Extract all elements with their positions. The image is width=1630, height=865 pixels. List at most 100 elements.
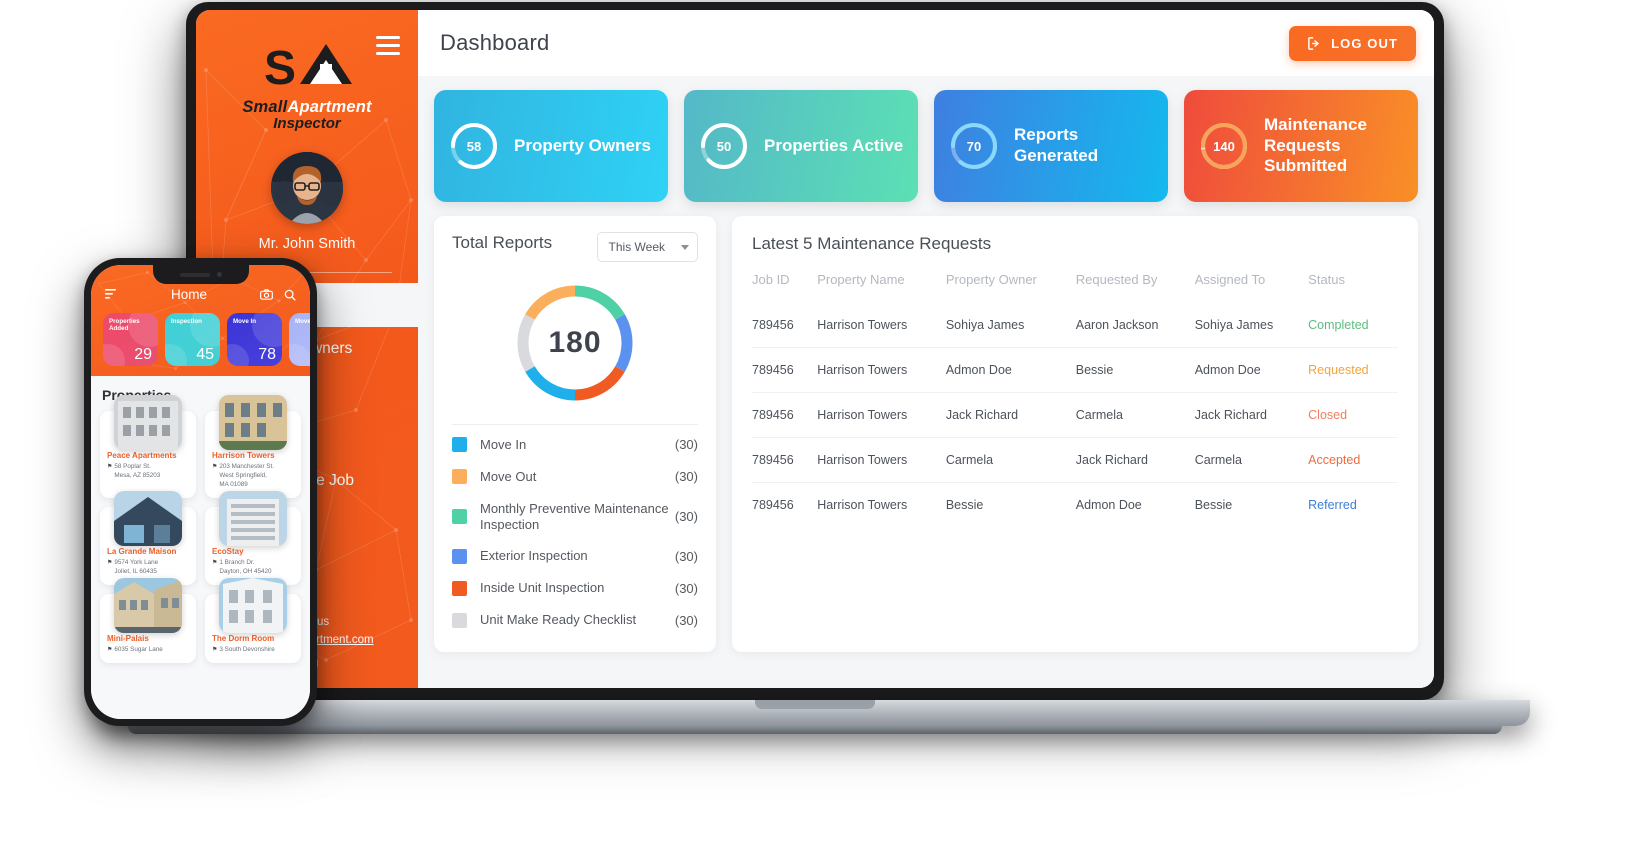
status-badge: Accepted bbox=[1308, 438, 1398, 483]
legend-swatch bbox=[452, 469, 467, 484]
card-blob bbox=[165, 344, 187, 366]
table-head: Job ID Property Name Property Owner Requ… bbox=[752, 272, 1398, 303]
week-filter-select[interactable]: This Week bbox=[597, 232, 698, 262]
cell-property-name: Harrison Towers bbox=[817, 483, 946, 528]
property-name: The Dorm Room bbox=[212, 634, 294, 643]
property-address: ⚑9574 York Lane Joliet, IL 60435 bbox=[107, 559, 189, 577]
cell-assigned-to: Admon Doe bbox=[1195, 348, 1308, 393]
stat-label: Properties Active bbox=[764, 136, 903, 157]
stat-card-properties-active[interactable]: 50 Properties Active bbox=[684, 90, 918, 202]
phone-stat-value: 45 bbox=[196, 346, 214, 364]
location-pin-icon: ⚑ bbox=[212, 463, 217, 490]
phone-property-card[interactable]: EcoStay⚑1 Branch Dr. Dayton, OH 45420 bbox=[205, 507, 301, 585]
cell-property-owner: Jack Richard bbox=[946, 393, 1076, 438]
stat-card-property-owners[interactable]: 58 Property Owners bbox=[434, 90, 668, 202]
laptop-foot bbox=[128, 726, 1502, 734]
stat-card-row: 58 Property Owners 50 Properties Active bbox=[434, 90, 1418, 202]
logo-word-small: Small bbox=[242, 98, 287, 116]
progress-ring: 140 bbox=[1198, 120, 1250, 172]
cell-property-owner: Admon Doe bbox=[946, 348, 1076, 393]
property-name: Harrison Towers bbox=[212, 451, 294, 460]
phone-stat-card[interactable]: Inspection 45 bbox=[165, 313, 220, 366]
legend-swatch bbox=[452, 509, 467, 524]
avatar-photo bbox=[271, 152, 343, 224]
property-thumbnail bbox=[219, 491, 287, 546]
cell-assigned-to: Bessie bbox=[1195, 483, 1308, 528]
logo-text-line2: Inspector bbox=[196, 115, 418, 132]
property-thumbnail bbox=[219, 395, 287, 450]
legend-count: (30) bbox=[675, 581, 698, 596]
stat-card-maintenance-requests[interactable]: 140 Maintenance Requests Submitted bbox=[1184, 90, 1418, 202]
table-row[interactable]: 789456Harrison TowersBessieAdmon DoeBess… bbox=[752, 483, 1398, 528]
cell-property-name: Harrison Towers bbox=[817, 348, 946, 393]
chart-legend: Move In(30)Move Out(30)Monthly Preventiv… bbox=[452, 429, 698, 636]
phone-stat-title: Properties Added bbox=[109, 318, 152, 333]
property-address-text: 9574 York Lane Joliet, IL 60435 bbox=[114, 559, 158, 577]
list-icon[interactable] bbox=[105, 289, 118, 300]
stat-value: 58 bbox=[448, 120, 500, 172]
phone-property-card[interactable]: The Dorm Room⚑3 South Devonshire bbox=[205, 594, 301, 663]
property-name: EcoStay bbox=[212, 547, 294, 556]
camera-icon[interactable] bbox=[260, 289, 273, 300]
maintenance-requests-panel: Latest 5 Maintenance Requests Job ID Pro… bbox=[732, 216, 1418, 652]
stat-card-reports-generated[interactable]: 70 Reports Generated bbox=[934, 90, 1168, 202]
legend-count: (30) bbox=[675, 437, 698, 452]
legend-swatch bbox=[452, 613, 467, 628]
phone-actions bbox=[260, 289, 296, 301]
laptop-screen: S SmallApartment Inspector bbox=[196, 10, 1434, 688]
legend-item[interactable]: Monthly Preventive Maintenance Inspectio… bbox=[452, 493, 698, 541]
phone-stat-card[interactable]: Move In78 bbox=[227, 313, 282, 366]
legend-item[interactable]: Move Out(30) bbox=[452, 461, 698, 493]
table-body: 789456Harrison TowersSohiya JamesAaron J… bbox=[752, 303, 1398, 527]
property-thumbnail bbox=[114, 395, 182, 450]
status-badge: Closed bbox=[1308, 393, 1398, 438]
phone-property-card[interactable]: La Grande Maison⚑9574 York Lane Joliet, … bbox=[100, 507, 196, 585]
cell-property-owner: Carmela bbox=[946, 438, 1076, 483]
table-header-row: Job ID Property Name Property Owner Requ… bbox=[752, 272, 1398, 303]
table-row[interactable]: 789456Harrison TowersJack RichardCarmela… bbox=[752, 393, 1398, 438]
total-reports-donut: 180 bbox=[510, 278, 640, 408]
table-row[interactable]: 789456Harrison TowersSohiya JamesAaron J… bbox=[752, 303, 1398, 348]
total-reports-header: Total Reports This Week bbox=[452, 232, 698, 262]
legend-item[interactable]: Exterior Inspection(30) bbox=[452, 540, 698, 572]
phone-property-card[interactable]: Mini-Palais⚑6035 Sugar Lane bbox=[100, 594, 196, 663]
svg-text:S: S bbox=[264, 42, 296, 92]
cell-requested-by: Jack Richard bbox=[1076, 438, 1195, 483]
hamburger-icon[interactable] bbox=[376, 36, 400, 60]
screenshot-root: S SmallApartment Inspector bbox=[0, 0, 1630, 865]
table-row[interactable]: 789456Harrison TowersAdmon DoeBessieAdmo… bbox=[752, 348, 1398, 393]
legend-item[interactable]: Move In(30) bbox=[452, 429, 698, 461]
property-address: ⚑203 Manchester St. West Springfield, MA… bbox=[212, 463, 294, 490]
phone-stat-title: Inspection bbox=[171, 318, 214, 325]
legend-item[interactable]: Unit Make Ready Checklist(30) bbox=[452, 604, 698, 636]
phone-property-card[interactable]: Harrison Towers ⚑203 Manchester St. West … bbox=[205, 411, 301, 498]
cell-job-id: 789456 bbox=[752, 393, 817, 438]
cell-job-id: 789456 bbox=[752, 348, 817, 393]
phone-stat-card[interactable]: Move Out bbox=[289, 313, 310, 366]
card-blob bbox=[289, 344, 310, 366]
cell-property-name: Harrison Towers bbox=[817, 393, 946, 438]
logo-word-apartment: Apartment bbox=[287, 98, 371, 116]
progress-ring: 50 bbox=[698, 120, 750, 172]
stat-value: 50 bbox=[698, 120, 750, 172]
phone-stat-card[interactable]: Properties Added29 bbox=[103, 313, 158, 366]
legend-item[interactable]: Inside Unit Inspection(30) bbox=[452, 572, 698, 604]
legend-label: Move Out bbox=[480, 469, 675, 485]
total-reports-title: Total Reports bbox=[452, 232, 552, 253]
table-row[interactable]: 789456Harrison TowersCarmelaJack Richard… bbox=[752, 438, 1398, 483]
status-badge: Requested bbox=[1308, 348, 1398, 393]
property-name: Peace Apartments bbox=[107, 451, 189, 460]
phone-speaker bbox=[180, 273, 210, 277]
card-blob bbox=[103, 344, 125, 366]
legend-label: Inside Unit Inspection bbox=[480, 580, 675, 596]
legend-count: (30) bbox=[675, 549, 698, 564]
logout-button[interactable]: LOG OUT bbox=[1289, 26, 1416, 61]
user-name: Mr. John Smith bbox=[196, 236, 418, 252]
phone-property-card[interactable]: Peace Apartments ⚑58 Poplar St. Mesa, AZ … bbox=[100, 411, 196, 498]
cell-assigned-to: Jack Richard bbox=[1195, 393, 1308, 438]
property-address-text: 58 Poplar St. Mesa, AZ 85203 bbox=[114, 463, 160, 481]
property-address: ⚑6035 Sugar Lane bbox=[107, 646, 189, 655]
search-icon[interactable] bbox=[284, 289, 296, 301]
property-address: ⚑58 Poplar St. Mesa, AZ 85203 bbox=[107, 463, 189, 481]
cell-requested-by: Carmela bbox=[1076, 393, 1195, 438]
